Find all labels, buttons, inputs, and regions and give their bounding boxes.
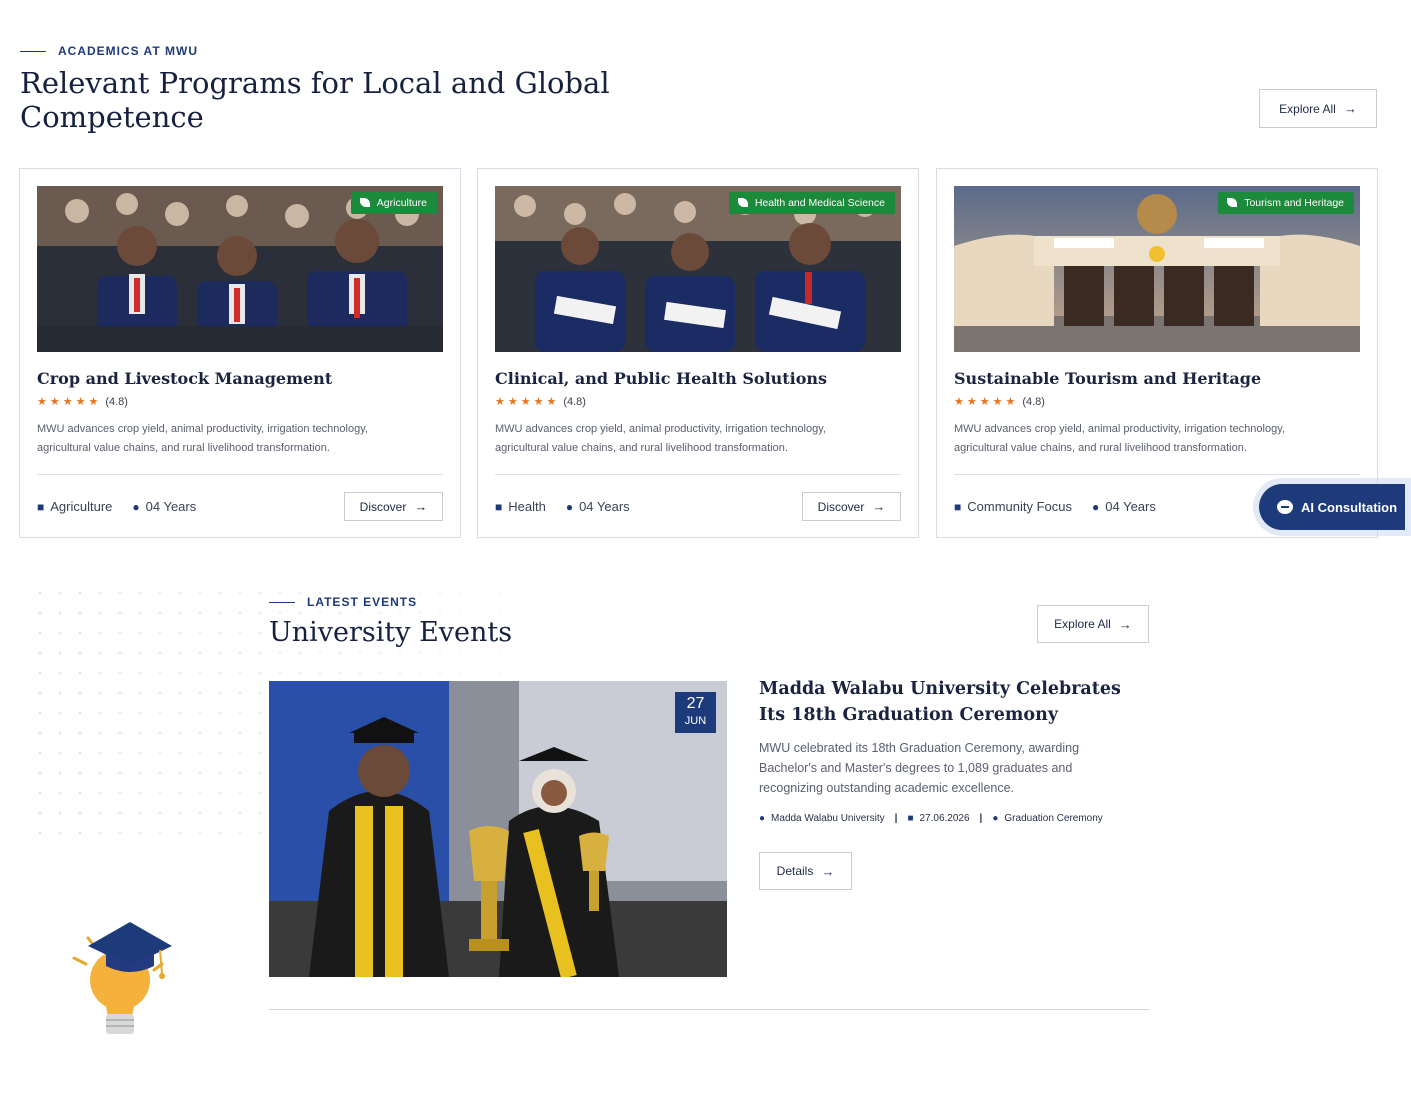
rating-value: (4.8) — [1022, 395, 1045, 408]
separator: | — [979, 813, 983, 824]
arrow-right-icon: → — [1118, 616, 1132, 632]
program-duration: 04 Years — [1105, 499, 1156, 514]
program-duration: 04 Years — [145, 499, 197, 514]
ai-consultation-label: AI Consultation — [1301, 499, 1398, 515]
event-category: Graduation Ceremony — [1004, 813, 1103, 824]
details-label: Details — [776, 864, 814, 878]
event-date: 27.06.2026 — [919, 813, 970, 824]
chat-bubbles-icon: ■ — [495, 499, 503, 514]
explore-all-button[interactable]: Explore All → — [1259, 89, 1377, 128]
program-description: MWU advances crop yield, animal producti… — [954, 423, 1285, 454]
rating-value: (4.8) — [105, 395, 128, 408]
badge-label: Health and Medical Science — [754, 197, 885, 209]
divider — [495, 474, 901, 475]
badge-label: Agriculture — [376, 197, 427, 209]
badge-label: Tourism and Heritage — [1244, 197, 1344, 209]
eyebrow-text: ACADEMICS AT MWU — [58, 44, 198, 58]
star-icons: ★★★★★ — [954, 396, 1019, 408]
discover-label: Discover — [817, 499, 865, 514]
section-title-line1: Relevant Programs for Local and Global — [20, 66, 610, 100]
divider — [37, 474, 443, 475]
program-image: Health and Medical Science — [495, 186, 901, 352]
event-title[interactable]: Madda Walabu University Celebrates Its 1… — [759, 676, 1149, 728]
program-meta: ■ Community Focus ● 04 Years — [954, 499, 1156, 514]
program-description: MWU advances crop yield, animal producti… — [37, 423, 368, 454]
location-pin-icon: ● — [759, 813, 766, 824]
category-badge: Tourism and Heritage — [1218, 192, 1354, 214]
event-description: MWU celebrated its 18th Graduation Cerem… — [759, 741, 1080, 795]
events-title: University Events — [269, 617, 513, 648]
rating: ★★★★★ (4.8) — [37, 395, 128, 409]
calendar-icon: ■ — [907, 813, 914, 824]
event-month: JUN — [684, 715, 707, 727]
program-category: Agriculture — [50, 499, 113, 514]
event-date-badge: 27 JUN — [675, 692, 716, 733]
event-meta: ● Madda Walabu University | ■ 27.06.2026… — [759, 813, 1103, 824]
eyebrow-line — [20, 50, 46, 52]
details-button[interactable]: Details → — [759, 852, 852, 890]
leaf-icon — [359, 198, 370, 207]
clock-icon: ● — [1092, 499, 1100, 514]
event-day: 27 — [686, 695, 705, 712]
leaf-icon — [737, 198, 748, 207]
clock-icon: ● — [132, 499, 140, 514]
program-duration: 04 Years — [579, 499, 630, 514]
leaf-icon — [1227, 198, 1238, 207]
program-meta: ■ Health ● 04 Years — [495, 499, 630, 514]
star-icons: ★★★★★ — [37, 396, 102, 408]
clock-icon: ● — [565, 499, 574, 514]
program-category: Community Focus — [967, 499, 1072, 514]
divider — [954, 474, 1360, 475]
explore-all-events-button[interactable]: Explore All → — [1037, 605, 1149, 643]
discover-button[interactable]: Discover → — [802, 492, 901, 521]
section-divider — [269, 1009, 1149, 1010]
eyebrow-text: LATEST EVENTS — [307, 595, 418, 609]
category-badge: Agriculture — [350, 192, 437, 214]
separator: | — [894, 813, 898, 824]
section-title-line2: Competence — [20, 100, 204, 134]
discover-label: Discover — [359, 499, 407, 514]
arrow-right-icon: → — [1343, 101, 1357, 116]
explore-all-label: Explore All — [1054, 617, 1111, 631]
star-icons: ★★★★★ — [495, 396, 560, 408]
arrow-right-icon: → — [872, 499, 886, 514]
program-title[interactable]: Sustainable Tourism and Heritage — [954, 369, 1261, 388]
rating: ★★★★★ (4.8) — [954, 395, 1045, 409]
rating: ★★★★★ (4.8) — [495, 395, 586, 409]
program-title[interactable]: Clinical, and Public Health Solutions — [495, 369, 827, 388]
arrow-right-icon: → — [414, 499, 428, 514]
category-badge: Health and Medical Science — [728, 192, 895, 214]
chat-bubbles-icon: ■ — [954, 499, 962, 514]
events-eyebrow: LATEST EVENTS — [269, 595, 417, 609]
section-title: Relevant Programs for Local and Global C… — [20, 66, 610, 134]
lightbulb-graduation-cap-icon — [72, 922, 172, 1034]
event-image[interactable]: 27 JUN — [269, 681, 727, 977]
clock-icon: ● — [992, 813, 999, 824]
program-category: Health — [508, 499, 546, 514]
explore-all-label: Explore All — [1279, 101, 1336, 116]
discover-button[interactable]: Discover → — [344, 492, 443, 521]
arrow-right-icon: → — [821, 863, 835, 879]
program-meta: ■ Agriculture ● 04 Years — [37, 499, 196, 514]
chat-bubbles-icon: ■ — [37, 499, 45, 514]
eyebrow-line — [269, 601, 295, 603]
section-eyebrow: ACADEMICS AT MWU — [20, 44, 198, 58]
program-title[interactable]: Crop and Livestock Management — [37, 369, 332, 388]
program-card[interactable]: Tourism and Heritage Sustainable Tourism… — [936, 168, 1378, 538]
program-card[interactable]: Health and Medical Science Clinical, and… — [477, 168, 919, 538]
ai-consultation-button[interactable]: AI Consultation — [1259, 484, 1405, 530]
program-image: Agriculture — [37, 186, 443, 352]
rating-value: (4.8) — [563, 395, 586, 408]
program-description: MWU advances crop yield, animal producti… — [495, 423, 826, 454]
event-location: Madda Walabu University — [771, 813, 885, 824]
program-image: Tourism and Heritage — [954, 186, 1360, 352]
chat-icon — [1277, 500, 1293, 514]
program-card[interactable]: Agriculture Crop and Livestock Managemen… — [19, 168, 461, 538]
